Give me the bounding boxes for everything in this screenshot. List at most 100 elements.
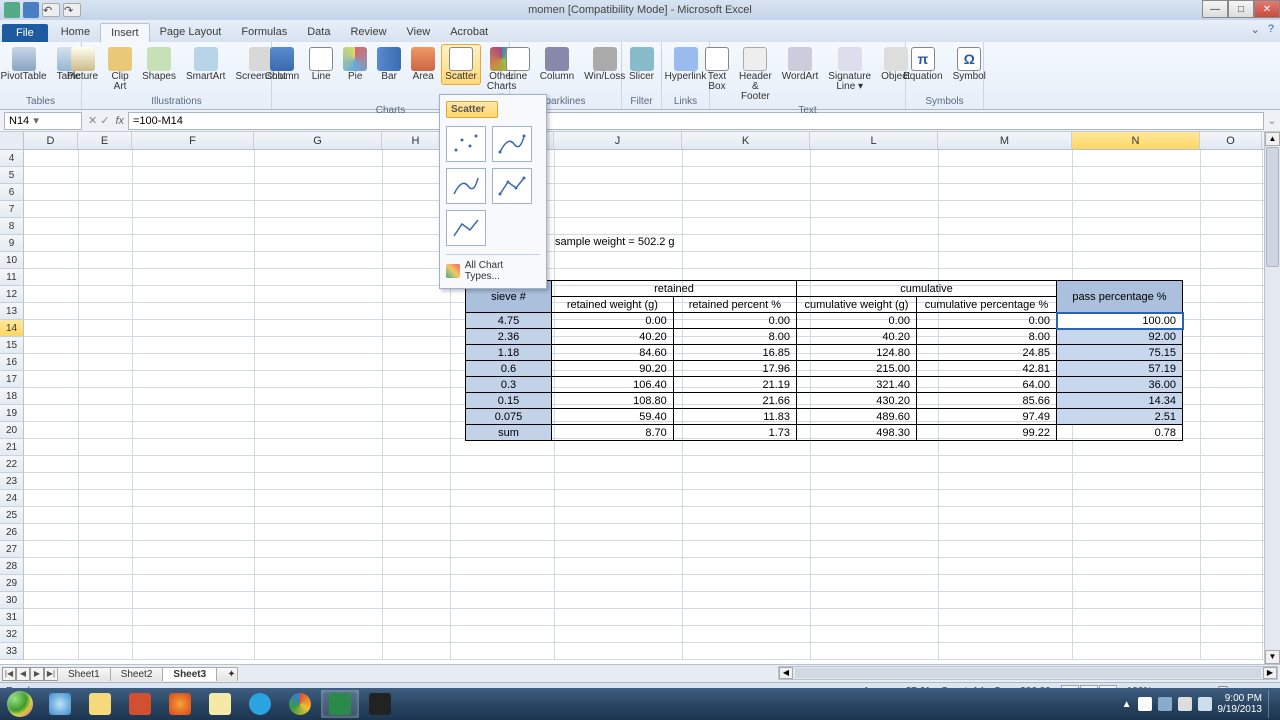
tab-view[interactable]: View [397,23,441,42]
tab-acrobat[interactable]: Acrobat [440,23,498,42]
battery-icon[interactable] [1198,697,1212,711]
area-chart-button[interactable]: Area [407,44,439,85]
select-all-corner[interactable] [0,132,24,149]
scatter-markers-only[interactable] [446,126,486,162]
name-box[interactable]: N14▾ [4,112,82,130]
row-header-28[interactable]: 28 [0,558,24,575]
formula-expand-icon[interactable]: ⌄ [1264,114,1280,127]
pie-chart-button[interactable]: Pie [339,44,371,85]
column-header-J[interactable]: J [554,132,682,149]
tab-home[interactable]: Home [51,23,100,42]
sheet-tab-sheet2[interactable]: Sheet2 [110,667,164,681]
show-desktop-button[interactable] [1268,690,1276,718]
row-header-5[interactable]: 5 [0,167,24,184]
row-header-7[interactable]: 7 [0,201,24,218]
horizontal-scrollbar[interactable]: ◀▶ [778,666,1278,680]
textbox-button[interactable]: Text Box [701,44,733,95]
row-header-11[interactable]: 11 [0,269,24,286]
skype-icon[interactable] [241,690,279,718]
system-clock[interactable]: 9:00 PM9/19/2013 [1218,693,1263,715]
row-header-19[interactable]: 19 [0,405,24,422]
sheet-nav-first[interactable]: |◀ [2,667,16,681]
help-icon[interactable]: ? [1268,23,1274,36]
row-header-25[interactable]: 25 [0,507,24,524]
row-header-13[interactable]: 13 [0,303,24,320]
sparkline-column-button[interactable]: Column [536,44,578,85]
fx-icon[interactable]: fx [115,115,124,127]
start-button[interactable] [0,688,40,720]
close-button[interactable]: ✕ [1254,0,1280,18]
file-tab[interactable]: File [2,24,48,42]
volume-icon[interactable] [1178,697,1192,711]
new-sheet-button[interactable]: ✦ [216,667,238,681]
sheet-nav-prev[interactable]: ◀ [16,667,30,681]
equation-button[interactable]: πEquation [899,44,946,85]
slicer-button[interactable]: Slicer [625,44,658,85]
row-header-26[interactable]: 26 [0,524,24,541]
tab-review[interactable]: Review [340,23,396,42]
wordart-button[interactable]: WordArt [778,44,823,85]
tab-insert[interactable]: Insert [100,23,150,42]
symbol-button[interactable]: ΩSymbol [949,44,990,85]
save-icon[interactable] [23,2,39,18]
row-header-22[interactable]: 22 [0,456,24,473]
notepad-icon[interactable] [201,690,239,718]
scatter-smooth-lines[interactable] [446,168,486,204]
cmd-icon[interactable] [361,690,399,718]
signature-button[interactable]: Signature Line ▾ [824,44,875,95]
row-header-23[interactable]: 23 [0,473,24,490]
smartart-button[interactable]: SmartArt [182,44,229,85]
tray-arrow-icon[interactable]: ▲ [1122,699,1132,710]
column-header-E[interactable]: E [78,132,132,149]
explorer-icon[interactable] [81,690,119,718]
column-header-K[interactable]: K [682,132,810,149]
row-header-30[interactable]: 30 [0,592,24,609]
column-header-D[interactable]: D [24,132,78,149]
formula-bar[interactable]: =100-M14 [128,112,1264,130]
row-header-20[interactable]: 20 [0,422,24,439]
sparkline-line-button[interactable]: Line [502,44,534,85]
scatter-smooth-markers[interactable] [492,126,532,162]
ribbon-minimize-icon[interactable]: ⌄ [1251,23,1260,36]
row-header-27[interactable]: 27 [0,541,24,558]
row-header-15[interactable]: 15 [0,337,24,354]
pivottable-button[interactable]: PivotTable [0,44,51,85]
all-chart-types[interactable]: All Chart Types... [446,254,540,282]
column-header-M[interactable]: M [938,132,1072,149]
tab-data[interactable]: Data [297,23,340,42]
picture-button[interactable]: Picture [63,44,102,85]
scatter-straight-markers[interactable] [492,168,532,204]
enter-icon[interactable]: ✓ [100,114,109,127]
column-header-N[interactable]: N [1072,132,1200,149]
row-header-16[interactable]: 16 [0,354,24,371]
row-header-32[interactable]: 32 [0,626,24,643]
row-header-6[interactable]: 6 [0,184,24,201]
column-header-F[interactable]: F [132,132,254,149]
minimize-button[interactable]: — [1202,0,1228,18]
undo-icon[interactable]: ↶ [42,3,60,17]
firefox-icon[interactable] [161,690,199,718]
sheet-nav-last[interactable]: ▶| [44,667,58,681]
row-header-12[interactable]: 12 [0,286,24,303]
excel-taskbar-icon[interactable] [321,690,359,718]
tab-formulas[interactable]: Formulas [231,23,297,42]
chrome-icon[interactable] [281,690,319,718]
headerfooter-button[interactable]: Header & Footer [735,44,776,105]
column-header-O[interactable]: O [1200,132,1262,149]
scatter-straight-lines[interactable] [446,210,486,246]
shapes-button[interactable]: Shapes [138,44,180,85]
sheet-nav-next[interactable]: ▶ [30,667,44,681]
line-chart-button[interactable]: Line [305,44,337,85]
column-chart-button[interactable]: Column [261,44,303,85]
tab-page-layout[interactable]: Page Layout [150,23,232,42]
vertical-scrollbar[interactable]: ▲ ▼ [1264,132,1280,664]
powerpoint-icon[interactable] [121,690,159,718]
bar-chart-button[interactable]: Bar [373,44,405,85]
maximize-button[interactable]: □ [1228,0,1254,18]
cancel-icon[interactable]: ✕ [88,114,97,127]
row-header-4[interactable]: 4 [0,150,24,167]
row-header-29[interactable]: 29 [0,575,24,592]
column-header-G[interactable]: G [254,132,382,149]
sheet-tab-sheet1[interactable]: Sheet1 [57,667,111,681]
row-header-8[interactable]: 8 [0,218,24,235]
